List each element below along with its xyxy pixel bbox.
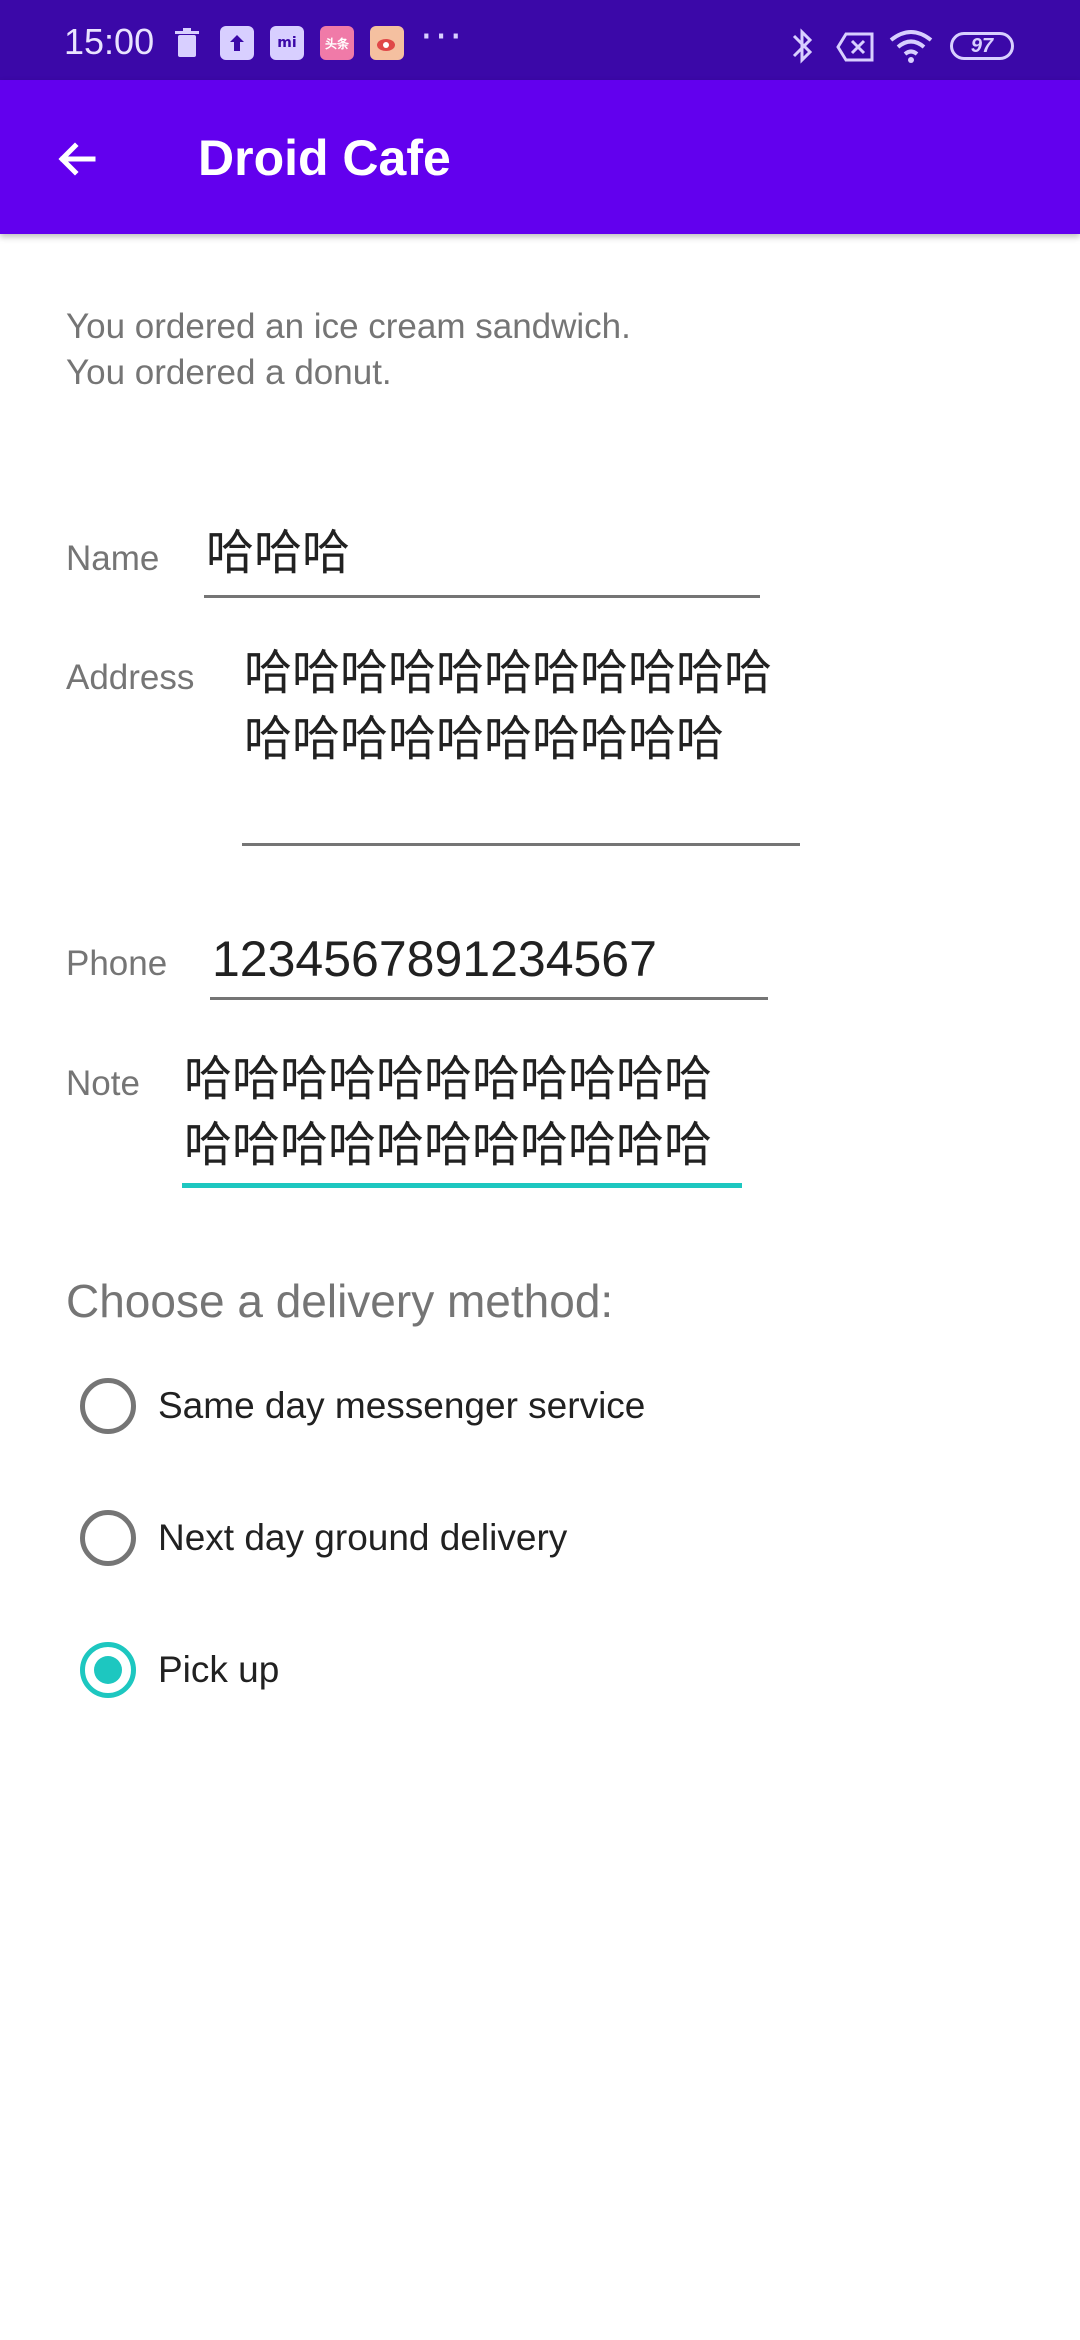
status-bar: 15:00 mi 头条 ··· 97 <box>0 0 1080 80</box>
trash-icon <box>170 26 204 60</box>
radio-button[interactable] <box>80 1510 136 1566</box>
radio-label: Next day ground delivery <box>158 1517 568 1558</box>
radio-button-checked[interactable] <box>80 1642 136 1698</box>
weibo-icon <box>370 26 404 60</box>
app-bar: Droid Cafe <box>0 80 1080 234</box>
order-line: You ordered an ice cream sandwich. <box>66 307 631 346</box>
toutiao-icon: 头条 <box>320 26 354 60</box>
radio-label: Pick up <box>158 1649 280 1690</box>
status-time: 15:00 <box>64 21 155 62</box>
order-line: You ordered a donut. <box>66 353 392 392</box>
note-field[interactable]: 哈哈哈哈哈哈哈哈哈哈哈哈哈哈哈哈哈哈哈哈哈哈 <box>182 1046 742 1188</box>
name-field[interactable]: 哈哈哈 <box>204 520 760 598</box>
mi-store-icon: mi <box>270 26 304 60</box>
radio-pick-up[interactable]: Pick up <box>80 1638 279 1702</box>
more-notifications-icon: ··· <box>420 14 465 60</box>
name-label: Name <box>66 539 160 578</box>
sim-disabled-icon <box>836 32 876 66</box>
phone-label: Phone <box>66 944 168 983</box>
note-label: Note <box>66 1064 140 1103</box>
radio-label: Same day messenger service <box>158 1385 646 1426</box>
address-field[interactable]: 哈哈哈哈哈哈哈哈哈哈哈哈哈哈哈哈哈哈哈哈哈 <box>242 640 800 846</box>
address-label: Address <box>66 658 195 697</box>
radio-button[interactable] <box>80 1378 136 1434</box>
order-summary: You ordered an ice cream sandwich. You o… <box>66 304 631 396</box>
radio-next-day[interactable]: Next day ground delivery <box>80 1506 567 1570</box>
app-title: Droid Cafe <box>198 130 451 186</box>
radio-selected-dot <box>94 1656 122 1684</box>
back-button[interactable] <box>40 122 114 196</box>
battery-icon: 97 <box>950 32 1014 60</box>
arrow-back-icon <box>58 142 96 176</box>
wifi-icon <box>888 28 934 68</box>
upload-icon <box>220 26 254 60</box>
radio-same-day[interactable]: Same day messenger service <box>80 1374 645 1438</box>
phone-field[interactable]: 1234567891234567 <box>210 926 768 1000</box>
bluetooth-icon <box>788 26 816 70</box>
delivery-heading: Choose a delivery method: <box>66 1275 614 1327</box>
